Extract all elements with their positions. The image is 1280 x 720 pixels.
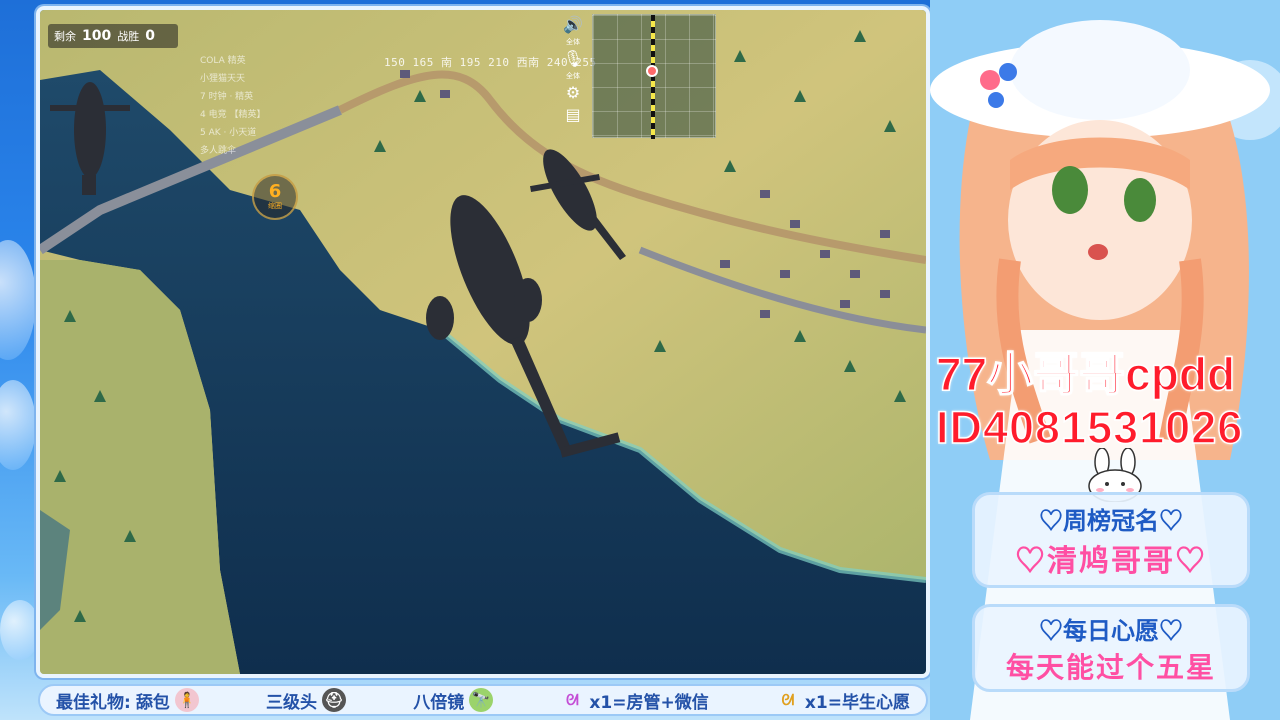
minimap-flight-path (651, 15, 655, 139)
minimap-player-marker (646, 65, 658, 77)
daily-wish-title: ♡每日心愿♡ (1039, 617, 1183, 645)
remaining-count: 100 (82, 28, 112, 44)
gift-scope: 八倍镜 🔭 (413, 688, 494, 713)
volume-icon[interactable]: 🔊 (563, 16, 583, 34)
scope-icon: 🔭 (469, 688, 494, 712)
decorative-bubble (0, 240, 36, 360)
gift-helmet: 三级头 ⛑ (266, 688, 347, 713)
decorative-bubble (0, 600, 40, 660)
streamer-name: 77小哥哥cpdd (935, 347, 1236, 401)
kill-feed: COLA 精英 小狸猫天天 7 时钟 · 精英 4 电竞 【精英】 5 AK ·… (200, 52, 265, 160)
gear-icon[interactable]: ⚙ (566, 84, 580, 102)
hud-icon-column: 🔊 全体 🎙 全体 ⚙ ▤ (558, 16, 588, 124)
weekly-ranking-title: ♡周榜冠名♡ (1039, 507, 1183, 535)
hud-remaining-kills: 剩余 100 战胜 0 (48, 24, 178, 48)
kill-feed-item: 7 时钟 · 精英 (200, 92, 254, 102)
gift-item-helmet: 三级头 (266, 692, 318, 713)
microphone-icon[interactable]: 🎙 (563, 50, 583, 68)
game-frame: 剩余 100 战胜 0 COLA 精英 小狸猫天天 7 时钟 · 精英 4 电竞… (36, 6, 930, 678)
daily-wish-value: 每天能过个五星 (1005, 652, 1216, 684)
kill-feed-item: 多人跳伞 (200, 146, 237, 156)
best-gift-label: 最佳礼物: (56, 692, 131, 713)
minimap[interactable] (592, 14, 716, 139)
character-icon: 🧍 (174, 688, 199, 712)
weekly-ranking-value: ♡清鸠哥哥♡ (1015, 544, 1207, 578)
game-viewport[interactable] (40, 10, 926, 674)
kill-feed-item: 小狸猫天天 (200, 74, 246, 84)
gift-wish: ᘛ x1=毕生心愿 (776, 688, 910, 713)
kill-feed-item: 5 AK · 小天道 (200, 128, 257, 138)
circle-label: 缩圈 (268, 202, 282, 210)
gift-item-admin: x1=房管+微信 (589, 692, 709, 713)
gift-item-wish: x1=毕生心愿 (804, 692, 910, 713)
gift-admin: ᘛ x1=房管+微信 (560, 688, 709, 713)
kills-count: 0 (145, 28, 155, 44)
wing-icon: ᘛ (566, 691, 579, 709)
circle-timer: 6 缩圈 (252, 174, 298, 220)
mic-label: 全体 (566, 72, 580, 80)
kill-feed-item: COLA 精英 (200, 56, 246, 66)
best-gifts: 最佳礼物: 舔包 🧍 (56, 688, 199, 713)
helmet-icon: ⛑ (322, 688, 347, 712)
circle-count: 6 (268, 181, 282, 202)
decorative-bubble (0, 380, 36, 470)
chat-icon[interactable]: ▤ (565, 106, 580, 124)
remaining-label: 剩余 (54, 30, 76, 43)
gift-item-scope: 八倍镜 (413, 692, 465, 713)
kill-feed-item: 4 电竞 【精英】 (200, 110, 266, 120)
wing-gold-icon: ᘛ (781, 691, 795, 709)
daily-wish-card: ♡每日心愿♡ 每天能过个五星 (972, 604, 1250, 692)
kills-label: 战胜 (117, 30, 140, 43)
weekly-ranking-card: ♡周榜冠名♡ ♡清鸠哥哥♡ (972, 492, 1250, 588)
streamer-id: ID4081531026 (935, 401, 1244, 454)
volume-label: 全体 (566, 38, 580, 46)
gift-item-lick: 舔包 (135, 692, 170, 713)
gift-bar: 最佳礼物: 舔包 🧍 三级头 ⛑ 八倍镜 🔭 ᘛ x1=房管+微信 ᘛ x1=毕… (38, 684, 928, 716)
